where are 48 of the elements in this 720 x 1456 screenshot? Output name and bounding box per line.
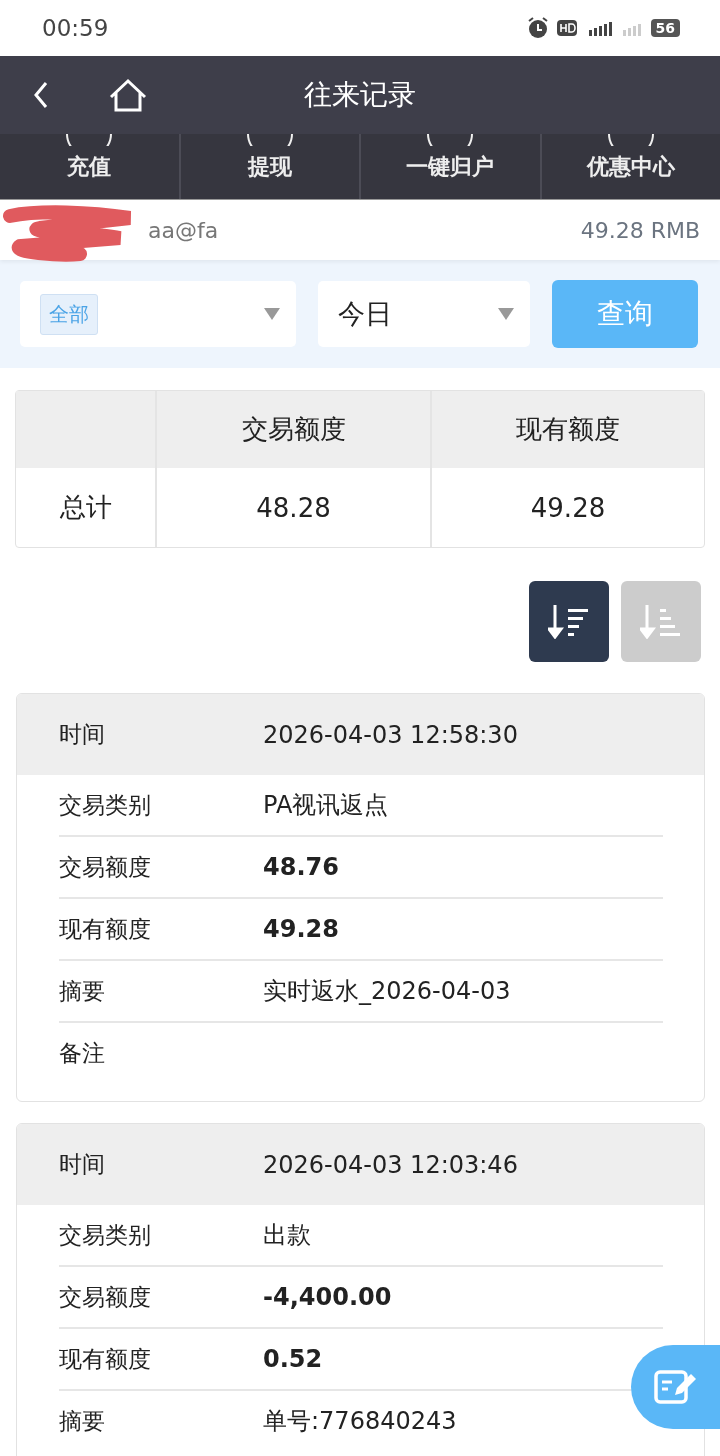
edit-icon [653, 1367, 699, 1407]
row-label: 总计 [16, 468, 157, 547]
field-value: 出款 [263, 1220, 311, 1251]
field-label: 现有额度 [59, 1344, 152, 1374]
home-icon [108, 78, 148, 112]
dropdown-icon [498, 308, 514, 320]
balance-text: 49.28 RMB [580, 217, 700, 243]
field-value: 48.76 [263, 853, 339, 881]
menu-item[interactable]: 充值 [0, 134, 181, 199]
field-value: 49.28 [263, 915, 339, 943]
field-value: 0.52 [263, 1345, 323, 1373]
username: aa@fa [148, 217, 219, 243]
filter-tag: 全部 [40, 293, 98, 335]
field-label: 备注 [59, 1038, 106, 1068]
field-label: 摘要 [59, 976, 106, 1006]
field-label: 摘要 [59, 1406, 106, 1436]
field-value: 实时返水_2026-04-03 [263, 976, 511, 1007]
sort-icon [640, 604, 682, 639]
field-label: 时间 [59, 1150, 106, 1179]
field-label: 时间 [59, 720, 106, 749]
field-value: 2026-04-03 12:03:46 [263, 1150, 518, 1179]
field-value: 单号:776840243 [263, 1406, 457, 1437]
edit-button[interactable] [631, 1345, 720, 1429]
field-label: 交易额度 [59, 852, 152, 882]
field-label: 现有额度 [59, 914, 152, 944]
menu-item[interactable]: 提现 [180, 134, 361, 199]
field-value: 2026-04-03 12:58:30 [263, 720, 518, 749]
field-value: PA视讯返点 [263, 790, 389, 821]
period-select[interactable]: 今日 [318, 281, 530, 347]
back-icon [32, 81, 50, 109]
field-label: 交易类别 [59, 1220, 152, 1250]
page-title: 往来记录 [304, 77, 416, 113]
column-header: 交易额度 [157, 391, 432, 468]
dropdown-icon [264, 308, 280, 320]
sort-icon [548, 604, 590, 639]
sort-button[interactable] [529, 581, 609, 662]
field-label: 交易额度 [59, 1282, 152, 1312]
field-label: 交易类别 [59, 790, 152, 820]
battery-icon: 56 [650, 19, 680, 37]
hd-icon [556, 18, 579, 38]
field-value: -4,400.00 [263, 1283, 392, 1311]
menu-item[interactable]: 优惠中心 [541, 134, 720, 199]
status-time: 00:59 [42, 15, 109, 41]
alarm-icon [526, 17, 549, 39]
table-cell-text: 49.28 [529, 491, 607, 525]
menu-item[interactable]: 一键归户 [361, 134, 542, 199]
table-cell: 48.28 [157, 468, 432, 547]
column-header: 现有额度 [515, 413, 621, 446]
